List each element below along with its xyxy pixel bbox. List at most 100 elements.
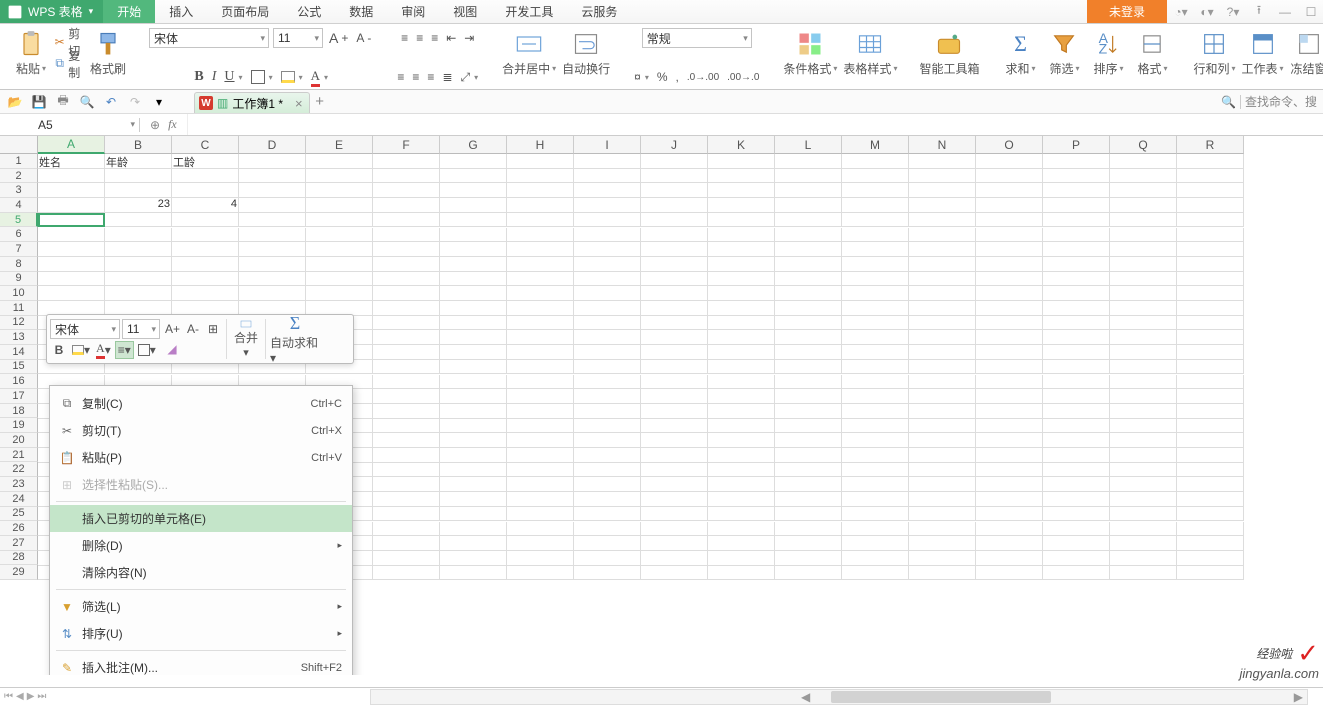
cell-G16[interactable] bbox=[440, 375, 507, 390]
cell-F3[interactable] bbox=[373, 183, 440, 198]
save-icon[interactable]: 💾 bbox=[30, 93, 48, 111]
cell-R14[interactable] bbox=[1177, 345, 1244, 360]
cell-L14[interactable] bbox=[775, 345, 842, 360]
mini-eraser[interactable]: ◢ bbox=[163, 340, 181, 358]
cell-G24[interactable] bbox=[440, 492, 507, 507]
cell-P17[interactable] bbox=[1043, 389, 1110, 404]
cell-O25[interactable] bbox=[976, 507, 1043, 522]
format-button[interactable]: 格式▾ bbox=[1133, 28, 1171, 77]
cell-K1[interactable] bbox=[708, 154, 775, 169]
cell-L6[interactable] bbox=[775, 228, 842, 243]
format-painter-button[interactable]: 格式刷 bbox=[89, 28, 127, 77]
cell-E9[interactable] bbox=[306, 272, 373, 287]
cell-J8[interactable] bbox=[641, 257, 708, 272]
cell-Q19[interactable] bbox=[1110, 419, 1177, 434]
mini-border[interactable]: ▾ bbox=[136, 341, 158, 359]
cell-Q20[interactable] bbox=[1110, 433, 1177, 448]
cell-O11[interactable] bbox=[976, 301, 1043, 316]
cell-E5[interactable] bbox=[306, 213, 373, 228]
cell-F29[interactable] bbox=[373, 566, 440, 581]
cell-G17[interactable] bbox=[440, 389, 507, 404]
cell-A2[interactable] bbox=[38, 169, 105, 184]
menu-insert[interactable]: 插入 bbox=[155, 0, 207, 23]
cell-I12[interactable] bbox=[574, 316, 641, 331]
cell-F12[interactable] bbox=[373, 316, 440, 331]
cell-G15[interactable] bbox=[440, 360, 507, 375]
cell-R12[interactable] bbox=[1177, 316, 1244, 331]
cell-K2[interactable] bbox=[708, 169, 775, 184]
cell-F17[interactable] bbox=[373, 389, 440, 404]
cell-F22[interactable] bbox=[373, 463, 440, 478]
col-header-N[interactable]: N bbox=[909, 136, 976, 154]
cell-Q2[interactable] bbox=[1110, 169, 1177, 184]
cell-C1[interactable]: 工龄 bbox=[172, 154, 239, 169]
cell-J1[interactable] bbox=[641, 154, 708, 169]
cell-H4[interactable] bbox=[507, 198, 574, 213]
cell-H12[interactable] bbox=[507, 316, 574, 331]
cell-Q4[interactable] bbox=[1110, 198, 1177, 213]
cell-P11[interactable] bbox=[1043, 301, 1110, 316]
row-header-5[interactable]: 5 bbox=[0, 213, 38, 228]
col-header-D[interactable]: D bbox=[239, 136, 306, 154]
cell-R5[interactable] bbox=[1177, 213, 1244, 228]
cell-M21[interactable] bbox=[842, 448, 909, 463]
menu-cloud[interactable]: 云服务 bbox=[567, 0, 631, 23]
cell-P24[interactable] bbox=[1043, 492, 1110, 507]
cell-J27[interactable] bbox=[641, 536, 708, 551]
cell-F23[interactable] bbox=[373, 477, 440, 492]
cell-Q8[interactable] bbox=[1110, 257, 1177, 272]
cell-O7[interactable] bbox=[976, 242, 1043, 257]
undo-icon[interactable]: ↶ bbox=[102, 93, 120, 111]
mini-fill[interactable]: ▾ bbox=[70, 341, 92, 359]
align-left-button[interactable]: ≡ bbox=[395, 67, 406, 87]
cell-L26[interactable] bbox=[775, 522, 842, 537]
redo-icon[interactable]: ↷ bbox=[126, 93, 144, 111]
col-header-K[interactable]: K bbox=[708, 136, 775, 154]
cell-M19[interactable] bbox=[842, 419, 909, 434]
cell-N27[interactable] bbox=[909, 536, 976, 551]
percent-button[interactable]: % bbox=[655, 67, 670, 87]
close-tab-button[interactable]: × bbox=[295, 96, 303, 111]
align-right-button[interactable]: ≡ bbox=[425, 67, 436, 87]
cell-P18[interactable] bbox=[1043, 404, 1110, 419]
cell-H11[interactable] bbox=[507, 301, 574, 316]
cell-C9[interactable] bbox=[172, 272, 239, 287]
merge-center-button[interactable]: 合并居中▾ bbox=[502, 28, 556, 77]
cell-F19[interactable] bbox=[373, 419, 440, 434]
spreadsheet-grid[interactable]: ABCDEFGHIJKLMNOPQR 123456789101112131415… bbox=[0, 136, 1323, 675]
qat-dropdown[interactable]: ▾ bbox=[150, 93, 168, 111]
cell-I11[interactable] bbox=[574, 301, 641, 316]
cm-cut[interactable]: ✂剪切(T)Ctrl+X bbox=[50, 417, 352, 444]
cell-J20[interactable] bbox=[641, 433, 708, 448]
cell-I24[interactable] bbox=[574, 492, 641, 507]
cell-O12[interactable] bbox=[976, 316, 1043, 331]
login-button[interactable]: 未登录 bbox=[1087, 0, 1167, 23]
cell-N25[interactable] bbox=[909, 507, 976, 522]
cell-A6[interactable] bbox=[38, 228, 105, 243]
rowcol-button[interactable]: 行和列▾ bbox=[1193, 28, 1235, 77]
cell-K22[interactable] bbox=[708, 463, 775, 478]
row-header-1[interactable]: 1 bbox=[0, 154, 38, 169]
cell-G10[interactable] bbox=[440, 286, 507, 301]
cell-M2[interactable] bbox=[842, 169, 909, 184]
cell-J22[interactable] bbox=[641, 463, 708, 478]
cell-L27[interactable] bbox=[775, 536, 842, 551]
cell-H7[interactable] bbox=[507, 242, 574, 257]
cell-E4[interactable] bbox=[306, 198, 373, 213]
cell-R23[interactable] bbox=[1177, 477, 1244, 492]
cell-E8[interactable] bbox=[306, 257, 373, 272]
col-header-J[interactable]: J bbox=[641, 136, 708, 154]
cell-I6[interactable] bbox=[574, 228, 641, 243]
new-tab-button[interactable]: + bbox=[310, 90, 330, 113]
mini-bold[interactable]: B bbox=[50, 341, 68, 359]
cell-P7[interactable] bbox=[1043, 242, 1110, 257]
cell-G11[interactable] bbox=[440, 301, 507, 316]
col-header-F[interactable]: F bbox=[373, 136, 440, 154]
cell-R21[interactable] bbox=[1177, 448, 1244, 463]
cell-I17[interactable] bbox=[574, 389, 641, 404]
cell-P15[interactable] bbox=[1043, 360, 1110, 375]
cell-J2[interactable] bbox=[641, 169, 708, 184]
cell-O15[interactable] bbox=[976, 360, 1043, 375]
cell-J23[interactable] bbox=[641, 477, 708, 492]
cell-L19[interactable] bbox=[775, 419, 842, 434]
